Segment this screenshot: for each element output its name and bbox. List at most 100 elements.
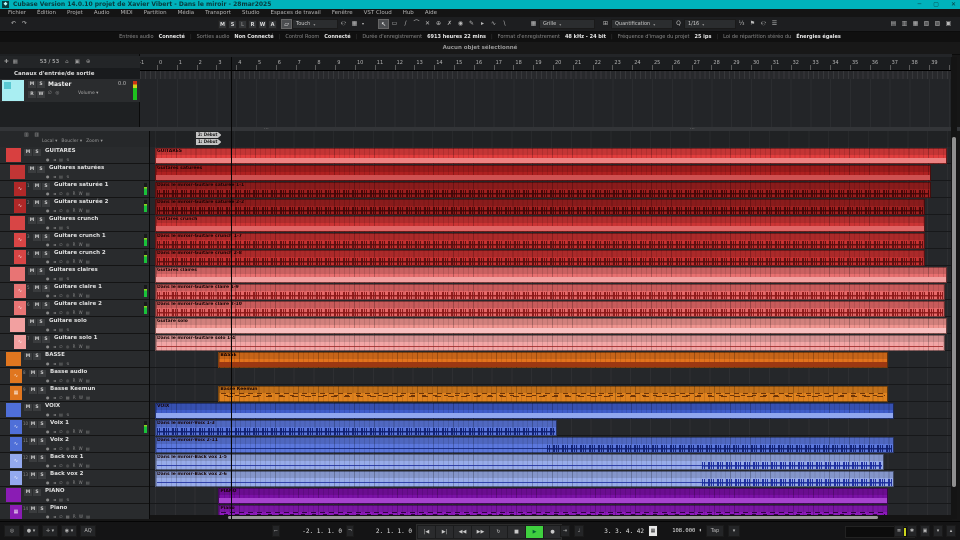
track-row-guitares[interactable]: MSGUITARES● ◄ ▤ ↯ xyxy=(0,147,150,164)
snap-type-select[interactable]: Grille▾ xyxy=(539,19,595,29)
track-mute-button[interactable]: M xyxy=(29,438,37,445)
lanes-icon[interactable]: ☰ xyxy=(769,19,780,29)
tempo-value[interactable]: 108.000 ⬍ xyxy=(662,525,702,537)
track-name[interactable]: Back vox 1 xyxy=(50,454,83,460)
track-control-icons[interactable]: ● ◄ ∅ ◎ R W ▤ xyxy=(46,463,91,468)
track-control-icons[interactable]: ● ◄ ∅ ◎ R W ▤ xyxy=(46,293,91,298)
zone-toggle-icon-1[interactable]: ▥ xyxy=(899,19,910,29)
folder-event-guitares[interactable]: GUITARES xyxy=(155,148,947,164)
punch-in-icon[interactable]: ⌐ xyxy=(272,525,280,537)
folder-event-guitare-solo[interactable]: Guitare solo xyxy=(155,318,947,334)
track-control-icons[interactable]: ● ◄ ▤ ↯ xyxy=(46,157,71,162)
transport-right-icon-1[interactable]: ✱ xyxy=(907,525,917,537)
track-solo-button[interactable]: S xyxy=(42,251,50,258)
track-mute-button[interactable]: M xyxy=(33,336,41,343)
track-row-basse-keemun[interactable]: ▦9MSBasse Keemun● ◄ ∅ ▦ R W ▤ xyxy=(0,385,150,402)
minimize-button[interactable]: ─ xyxy=(918,0,922,9)
menu-studio[interactable]: Studio xyxy=(242,10,260,16)
status-value[interactable]: Non Connecté xyxy=(234,34,273,40)
status-value[interactable]: Énergies égales xyxy=(796,34,841,40)
auto-quantize-button[interactable]: AQ xyxy=(80,525,96,537)
status-value[interactable]: 25 ips xyxy=(694,34,711,40)
track-mute-button[interactable]: M xyxy=(29,387,37,394)
add-track-icon[interactable]: ✚ xyxy=(4,59,9,65)
global-w-button[interactable]: W xyxy=(258,20,267,29)
zoom-tool[interactable]: ⊕ xyxy=(433,19,444,29)
track-row-guitare-solo-1[interactable]: ∿7MSGuitare solo 1● ◄ ∅ ◎ R W ▤ xyxy=(0,334,150,351)
track-solo-button[interactable]: S xyxy=(38,438,46,445)
iq-icon[interactable]: ℮ xyxy=(758,19,769,29)
zone-toggle-icon-4[interactable]: ▨ xyxy=(932,19,943,29)
track-control-icons[interactable]: ● ◄ ∅ ◎ R W ▤ xyxy=(46,191,91,196)
transport-right-icon-3[interactable]: ▾ xyxy=(933,525,943,537)
folder-event-guitares-satur-es[interactable]: Guitares saturées xyxy=(155,165,931,181)
menu-hub[interactable]: Hub xyxy=(403,10,414,16)
right-locator-value[interactable]: 2. 1. 1. 0 xyxy=(358,525,412,537)
draw-tool[interactable]: ✎ xyxy=(466,19,477,29)
track-row-guitare-satur-e-1[interactable]: ∿1MSGuitare saturée 1● ◄ ∅ ◎ R W ▤ xyxy=(0,181,150,198)
track-solo-button[interactable]: S xyxy=(37,217,45,224)
track-mute-button[interactable]: M xyxy=(33,251,41,258)
track-name[interactable]: BASSE xyxy=(45,352,65,358)
track-mute-button[interactable]: M xyxy=(29,421,37,428)
menu-fen-tre[interactable]: Fenêtre xyxy=(332,10,353,16)
list-header-menu[interactable]: Boucler ▾ xyxy=(61,139,82,144)
master-gain-value[interactable]: 0.0 xyxy=(118,81,126,87)
event-dans-le-miroir-back-vox-1-5[interactable]: Dans le miroir-Back vox 1-5 xyxy=(155,454,884,470)
forward-button[interactable]: ▶▶ xyxy=(472,526,489,538)
range-selection-tool[interactable]: ▭ xyxy=(389,19,400,29)
event-dans-le-miroir-guitare-claire-1-9[interactable]: Dans le miroir-Guitare claire 1-9 xyxy=(155,284,945,300)
event-dans-le-miroir-guitare-claire-2-10[interactable]: Dans le miroir-Guitare claire 2-10 xyxy=(155,301,945,317)
metronome-icon[interactable]: ♩ xyxy=(574,525,584,537)
play-button[interactable]: ▶ xyxy=(526,526,543,538)
quantize-value-select[interactable]: 1/16▾ xyxy=(684,19,736,29)
cycle-button[interactable]: ↻ xyxy=(490,526,507,538)
master-write-button[interactable]: W xyxy=(37,91,45,98)
track-name[interactable]: Guitare solo xyxy=(49,318,87,324)
track-solo-button[interactable]: S xyxy=(42,302,50,309)
track-control-icons[interactable]: ● ◄ ∅ ◎ R W ▤ xyxy=(46,480,91,485)
goto-prev-marker-button[interactable]: |◀ xyxy=(418,526,435,538)
master-mute-button[interactable]: M xyxy=(28,81,36,88)
status-value[interactable]: 48 kHz - 24 bit xyxy=(565,34,606,40)
track-mute-button[interactable]: M xyxy=(29,370,37,377)
track-control-icons[interactable]: ● ◄ ▤ ↯ xyxy=(46,225,71,230)
track-row-guitares-crunch[interactable]: MS Guitares crunch ● ◄ ▤ ↯ xyxy=(0,215,150,232)
track-solo-button[interactable]: S xyxy=(38,506,46,513)
track-solo-button[interactable]: S xyxy=(37,166,45,173)
event-dans-le-miroir-voix-2-11[interactable]: Dans le miroir-Voix 2-11 xyxy=(155,437,894,453)
menu-fichier[interactable]: Fichier xyxy=(8,10,26,16)
menu-vst-cloud[interactable]: VST Cloud xyxy=(364,10,392,16)
track-name[interactable]: PIANO xyxy=(45,488,65,494)
event-basse-keemun[interactable]: Basse Keemun xyxy=(218,386,887,402)
redo-icon[interactable]: ↷ xyxy=(19,19,30,29)
object-selection-tool[interactable]: ↖ xyxy=(378,19,389,29)
triplet-icon[interactable]: ⅓ xyxy=(736,19,747,29)
track-row-guitare-satur-e-2[interactable]: ∿2MSGuitare saturée 2● ◄ ∅ ◎ R W ▤ xyxy=(0,198,150,215)
track-name[interactable]: Guitares crunch xyxy=(49,216,98,222)
track-solo-button[interactable]: S xyxy=(42,336,50,343)
global-l-button[interactable]: L xyxy=(238,20,247,29)
comp-tool[interactable]: ◉ xyxy=(455,19,466,29)
track-solo-button[interactable]: S xyxy=(33,404,41,411)
record-button[interactable]: ● xyxy=(544,526,561,538)
track-row-voix-2[interactable]: ∿11MSVoix 2● ◄ ∅ ◎ R W ▤ xyxy=(0,436,150,453)
master-read-button[interactable]: R xyxy=(28,91,36,98)
stop-button[interactable]: ■ xyxy=(508,526,525,538)
zone-toggle-icon-5[interactable]: ▣ xyxy=(943,19,954,29)
home-icon[interactable]: ⌂ xyxy=(65,59,69,65)
list-header-menu[interactable]: Zoom ▾ xyxy=(86,139,103,144)
track-mute-button[interactable]: M xyxy=(24,489,32,496)
track-solo-button[interactable]: S xyxy=(33,489,41,496)
folder-event-voix[interactable]: VOIX xyxy=(155,403,894,419)
track-control-icons[interactable]: ● ◄ ∅ ◎ R W ▤ xyxy=(46,344,91,349)
track-solo-button[interactable]: S xyxy=(33,149,41,156)
track-mute-button[interactable]: M xyxy=(33,200,41,207)
track-name[interactable]: Guitares claires xyxy=(49,267,98,273)
erase-tool[interactable]: ✕ xyxy=(422,19,433,29)
global-r-button[interactable]: R xyxy=(248,20,257,29)
menu-midi[interactable]: MIDI xyxy=(120,10,132,16)
track-mute-button[interactable]: M xyxy=(28,217,36,224)
track-row-piano[interactable]: MSPIANO● ◄ ▤ ↯ xyxy=(0,487,150,504)
list-header-menu[interactable]: Local ▾ xyxy=(42,139,57,144)
